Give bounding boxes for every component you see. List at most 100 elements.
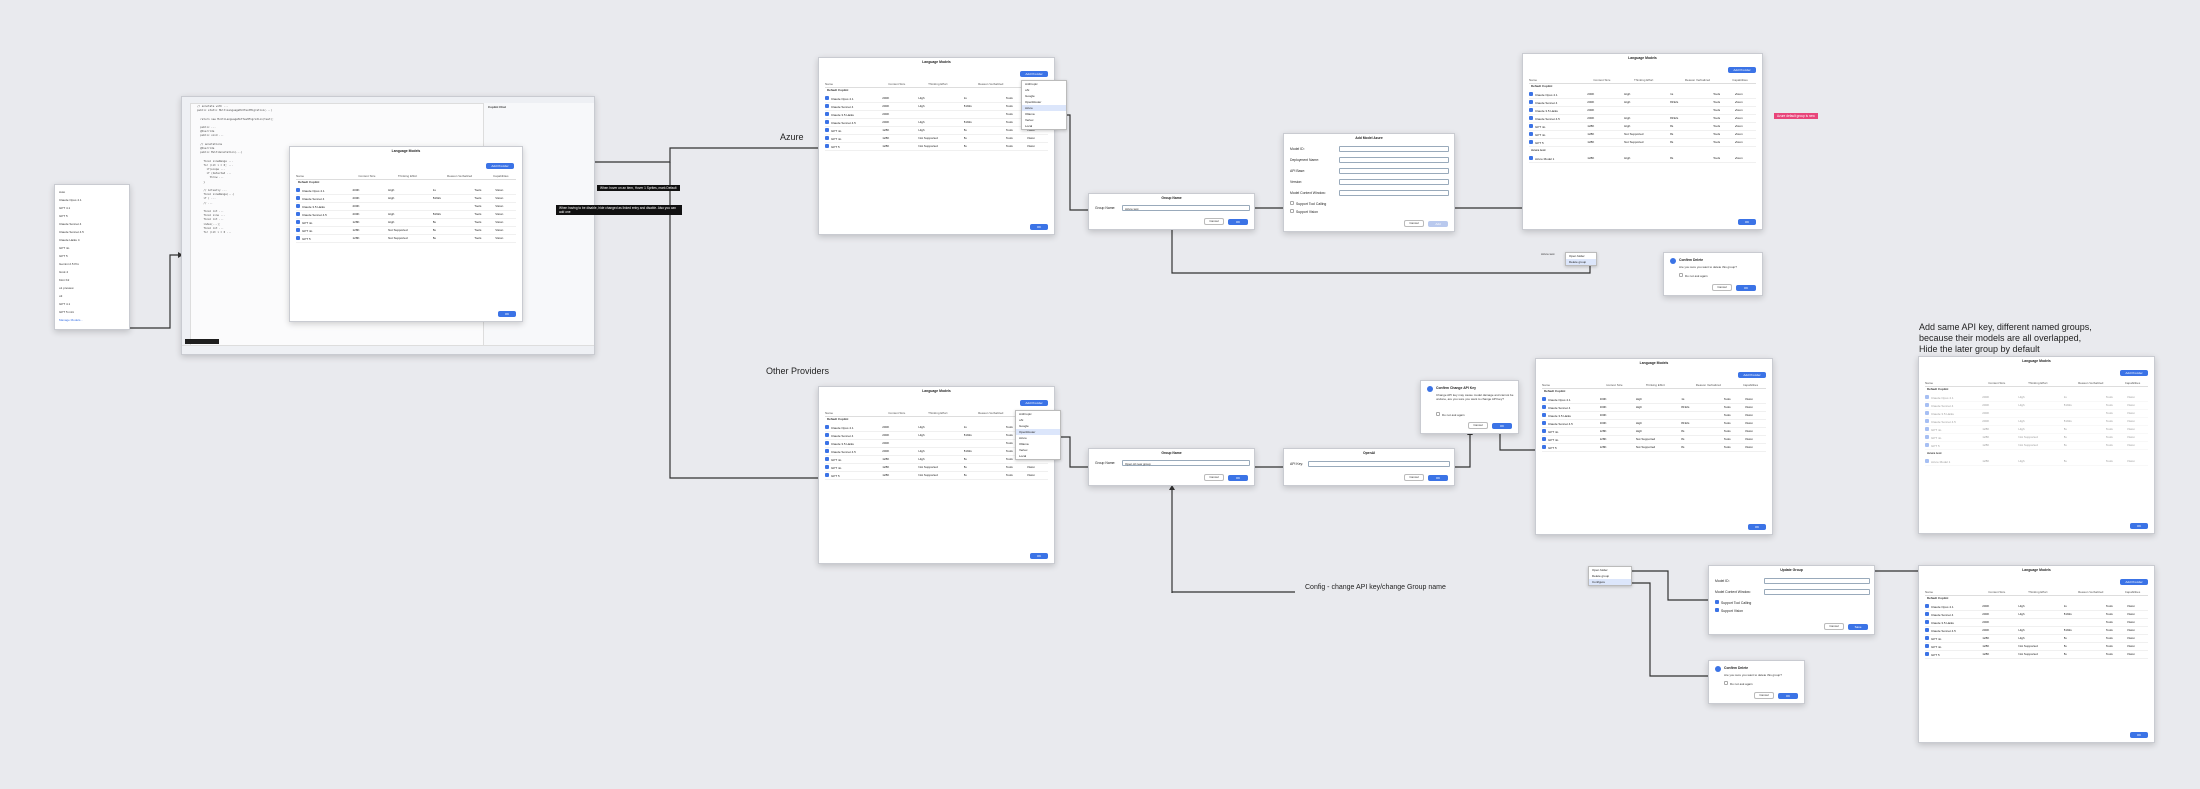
- add-provider-button[interactable]: Add Provider: [2120, 370, 2148, 376]
- sidebar-item[interactable]: Grok 4: [59, 268, 125, 276]
- support-tool-checkbox[interactable]: Support Tool Calling: [1715, 600, 1751, 605]
- menu-item[interactable]: Local: [1022, 123, 1066, 129]
- version-input[interactable]: [1339, 179, 1449, 185]
- ok-button[interactable]: OK: [1738, 219, 1756, 225]
- ok-button[interactable]: OK: [1748, 524, 1766, 530]
- ok-button[interactable]: OK: [1492, 423, 1512, 429]
- sidebar-item[interactable]: GPT 5: [59, 252, 125, 260]
- cancel-button[interactable]: Cancel: [1824, 623, 1844, 630]
- table-row[interactable]: Azure Model 1 128K High 8s Tools Vision: [1925, 457, 2148, 466]
- api-key-input[interactable]: [1308, 461, 1450, 467]
- table-row[interactable]: GPT 5 128K Not Supported 8s Tools Vision: [825, 471, 1048, 480]
- ok-button[interactable]: OK: [2130, 732, 2148, 738]
- sidebar-item[interactable]: GPT 4.1: [59, 300, 125, 308]
- sidebar-item[interactable]: Claude Haiku 4: [59, 236, 125, 244]
- support-vision-checkbox[interactable]: Support Vision: [1290, 209, 1318, 214]
- sidebar-item[interactable]: GPT 5 mini: [59, 308, 125, 316]
- table-row[interactable]: GPT 5 128K Not Supported 8s Tools Vision: [1542, 443, 1766, 452]
- table-row[interactable]: GPT 5 128K Not Supported 8s Tools Vision: [1925, 441, 2148, 450]
- sidebar-item[interactable]: Kimi K2: [59, 276, 125, 284]
- group-header[interactable]: Azure test: [1531, 148, 1546, 152]
- sidebar-item[interactable]: GPT 5: [59, 212, 125, 220]
- save-button[interactable]: Save: [1848, 624, 1868, 630]
- group-header[interactable]: Default Copilot: [1927, 596, 1948, 600]
- group-header[interactable]: Default Copilot: [1927, 387, 1948, 391]
- menu-item-configure[interactable]: Configure: [1589, 579, 1631, 585]
- context-input[interactable]: [1339, 190, 1449, 196]
- provider-menu-azure[interactable]: Anthropic xAI Google OpenRouter Azure Ollama V…: [1021, 80, 1067, 130]
- menu-item[interactable]: Local: [1016, 453, 1060, 459]
- group-header[interactable]: Default Copilot: [1531, 84, 1552, 88]
- sidebar-item[interactable]: o1 preview: [59, 284, 125, 292]
- dont-ask-checkbox[interactable]: Do not ask again: [1436, 412, 1465, 417]
- provider-menu-other[interactable]: Anthropic xAI Google OpenRouter Azure Ollama V…: [1015, 410, 1061, 460]
- ok-button[interactable]: OK: [1228, 475, 1248, 481]
- add-button[interactable]: Add: [1428, 221, 1448, 227]
- column-header: Context Size: [1605, 382, 1623, 387]
- group-name-input[interactable]: Azure test: [1122, 205, 1250, 211]
- table-cell: 128K: [352, 220, 360, 224]
- table-cell: 8s: [2063, 435, 2067, 439]
- ok-button[interactable]: OK: [498, 311, 516, 317]
- model-id-input[interactable]: [1764, 578, 1870, 584]
- menu-item-delete[interactable]: Delete group: [1566, 259, 1596, 265]
- table-row[interactable]: Azure Model 1 128K High 8s Tools Vision: [1529, 154, 1756, 163]
- deployment-input[interactable]: [1339, 157, 1449, 163]
- table-cell: 1s: [432, 188, 436, 192]
- sidebar-item[interactable]: GPT 4o: [59, 244, 125, 252]
- table-cell: Tools: [1005, 136, 1013, 140]
- group-header[interactable]: Default Copilot: [298, 180, 319, 184]
- group-context-menu-azure[interactable]: Open folder Delete group: [1565, 252, 1597, 266]
- cancel-button[interactable]: Cancel: [1712, 284, 1732, 291]
- cancel-button[interactable]: Cancel: [1204, 218, 1224, 225]
- add-provider-button[interactable]: Add Provider: [1728, 67, 1756, 73]
- table-row[interactable]: GPT 5 128K Not Supported 8s Tools Vision: [825, 142, 1048, 151]
- ok-button[interactable]: OK: [1030, 224, 1048, 230]
- cancel-button[interactable]: Cancel: [1754, 692, 1774, 699]
- sidebar-item[interactable]: Manage Models...: [59, 316, 125, 324]
- add-provider-button[interactable]: Add Provider: [1020, 71, 1048, 77]
- dialog-title: Update Group: [1780, 568, 1803, 572]
- sidebar-item[interactable]: Gemini 2.5 Pro: [59, 260, 125, 268]
- dont-ask-checkbox[interactable]: Do not ask again: [1724, 681, 1753, 686]
- model-id-input[interactable]: [1339, 146, 1449, 152]
- add-provider-button[interactable]: Add Provider: [2120, 579, 2148, 585]
- dont-ask-checkbox[interactable]: Do not ask again: [1679, 273, 1708, 278]
- sidebar-item[interactable]: GPT 4.1: [59, 204, 125, 212]
- support-tool-checkbox[interactable]: Support Tool Calling: [1290, 201, 1326, 206]
- table-row[interactable]: GPT 5 128K Not Supported 8s Tools Vision: [1529, 138, 1756, 147]
- column-header: Capabilities: [2124, 589, 2141, 594]
- group-name-input[interactable]: Open AI new group: [1122, 460, 1250, 466]
- group-header[interactable]: Default Copilot: [827, 88, 848, 92]
- group-header[interactable]: Default Copilot: [1544, 389, 1565, 393]
- context-input[interactable]: [1764, 589, 1870, 595]
- add-provider-button[interactable]: Add Provider: [486, 163, 514, 169]
- table-cell: 128K: [1599, 437, 1607, 441]
- cancel-button[interactable]: Cancel: [1468, 422, 1488, 429]
- table-row[interactable]: GPT 5 128K Not Supported 8s Tools Vision: [1925, 650, 2148, 659]
- sidebar-item[interactable]: o3: [59, 292, 125, 300]
- table-cell: High: [1635, 397, 1643, 401]
- ok-button[interactable]: OK: [1030, 553, 1048, 559]
- cancel-button[interactable]: Cancel: [1204, 474, 1224, 481]
- group-context-menu-other[interactable]: Open folder Delete group Configure: [1588, 566, 1632, 586]
- table-row[interactable]: GPT 5 128K Not Supported 8s Tools Vision: [296, 234, 516, 243]
- group-header[interactable]: Azure test: [1927, 451, 1942, 455]
- sidebar-item[interactable]: Claude Opus 4.1: [59, 196, 125, 204]
- add-provider-button[interactable]: Add Provider: [1738, 372, 1766, 378]
- sidebar-item[interactable]: Auto: [59, 188, 125, 196]
- sidebar-item[interactable]: Claude Sonnet 4.5: [59, 228, 125, 236]
- group-header[interactable]: Default Copilot: [827, 417, 848, 421]
- ok-button[interactable]: OK: [1736, 285, 1756, 291]
- ok-button[interactable]: OK: [2130, 523, 2148, 529]
- cancel-button[interactable]: Cancel: [1404, 220, 1424, 227]
- sidebar-item[interactable]: Claude Sonnet 4: [59, 220, 125, 228]
- table-cell: Tools: [2105, 636, 2113, 640]
- api-base-input[interactable]: [1339, 168, 1449, 174]
- ok-button[interactable]: OK: [1228, 219, 1248, 225]
- ok-button[interactable]: OK: [1778, 693, 1798, 699]
- ok-button[interactable]: OK: [1428, 475, 1448, 481]
- cancel-button[interactable]: Cancel: [1404, 474, 1424, 481]
- support-vision-checkbox[interactable]: Support Vision: [1715, 608, 1743, 613]
- add-provider-button[interactable]: Add Provider: [1020, 400, 1048, 406]
